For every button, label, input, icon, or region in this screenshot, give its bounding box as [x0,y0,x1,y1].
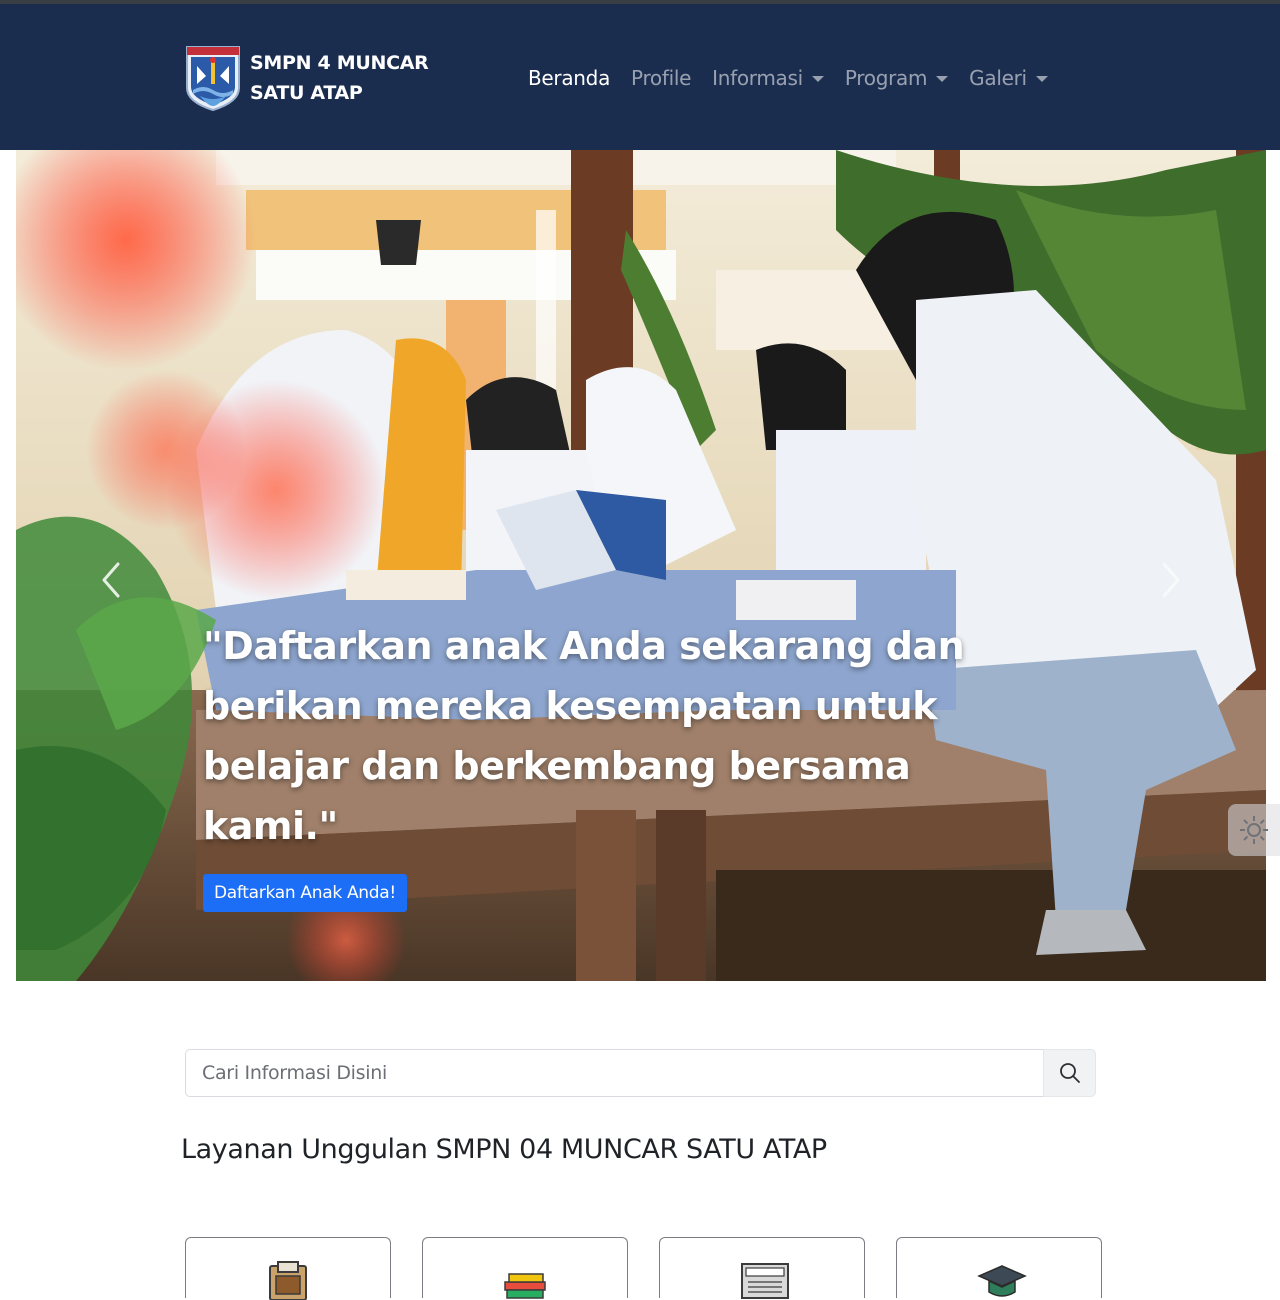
services-cards [185,1237,1133,1300]
graduation-cap-icon [977,1265,1027,1297]
carousel-next-button[interactable] [1156,545,1186,615]
chevron-left-icon [102,562,120,598]
nav-item-label: Galeri [969,66,1027,90]
search-input[interactable] [185,1049,1043,1097]
carousel-prev-button[interactable] [96,545,126,615]
search-icon [1059,1063,1080,1083]
settings-toggle-button[interactable] [1228,804,1280,856]
hero-caption: "Daftarkan anak Anda sekarang dan berika… [203,624,965,848]
search-bar [185,1049,1096,1097]
nav-item-label: Program [844,66,928,90]
service-card[interactable] [896,1237,1102,1298]
chevron-right-icon [1162,562,1180,598]
hero-photo [16,150,1266,981]
main-nav: Beranda Profile Informasi Program Galeri [528,66,1069,90]
nav-item-informasi[interactable]: Informasi [712,66,824,90]
brand[interactable]: SMPN 4 MUNCAR SATU ATAP [184,44,429,112]
services-title: Layanan Unggulan SMPN 04 MUNCAR SATU ATA… [181,1134,827,1165]
newspaper-icon [741,1263,789,1299]
gear-icon [1240,816,1268,844]
nav-item-label: Beranda [528,66,611,90]
service-card[interactable] [659,1237,865,1299]
register-child-button[interactable]: Daftarkan Anak Anda! [203,874,407,912]
books-icon [504,1273,546,1299]
service-card[interactable] [422,1237,628,1299]
service-card[interactable] [185,1237,391,1300]
search-button[interactable] [1043,1049,1096,1097]
hero-carousel: "Daftarkan anak Anda sekarang dan berika… [16,150,1266,981]
caret-down-icon [1035,76,1048,82]
brand-line-1: SMPN 4 MUNCAR [250,52,429,74]
nav-item-galeri[interactable]: Galeri [969,66,1048,90]
document-folder-icon [269,1261,307,1300]
caret-down-icon [936,76,949,82]
caret-down-icon [811,76,824,82]
nav-item-label: Profile [631,66,692,90]
brand-line-2: SATU ATAP [250,82,363,104]
brand-name: SMPN 4 MUNCAR SATU ATAP [250,48,429,108]
nav-item-program[interactable]: Program [844,66,949,90]
nav-item-label: Informasi [712,66,803,90]
nav-item-profile[interactable]: Profile [631,66,691,90]
nav-item-beranda[interactable]: Beranda [528,66,610,90]
navbar: SMPN 4 MUNCAR SATU ATAP Beranda Profile … [0,4,1280,150]
school-crest-icon [186,46,240,112]
